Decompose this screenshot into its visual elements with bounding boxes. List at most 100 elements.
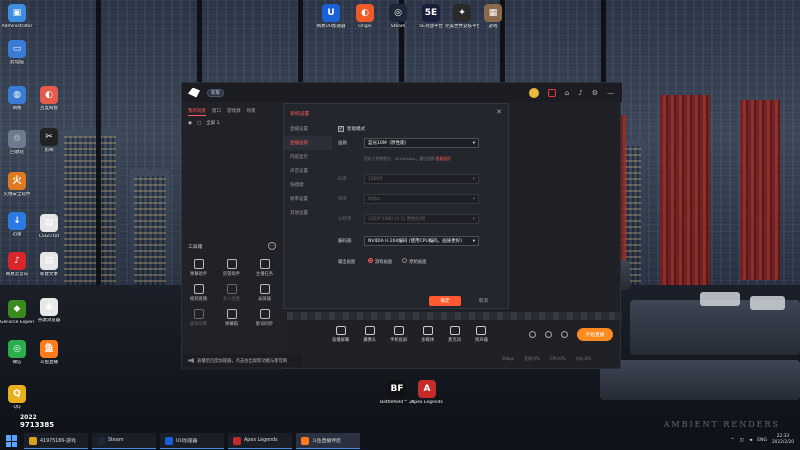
app-icon[interactable]: ◉ — [40, 298, 58, 316]
desktop-icon[interactable]: 鱼斗鱼直播 — [32, 340, 66, 365]
app-icon[interactable]: 鱼 — [40, 340, 58, 358]
tool-item[interactable]: 多人连麦 — [215, 284, 248, 302]
settings-nav-item[interactable]: 直播设置 — [284, 122, 332, 136]
app-icon[interactable]: ▦ — [484, 4, 502, 22]
control-button[interactable]: 多媒体 — [421, 326, 434, 343]
bell-icon[interactable]: ♪ — [578, 89, 582, 97]
desktop-icon[interactable]: ◍ 网络 — [0, 86, 34, 111]
desktop-icon[interactable]: ♪ 网易云音乐 — [0, 252, 34, 277]
tool-item[interactable]: 视频直播 — [182, 284, 215, 302]
tool-item[interactable]: 主播任务 — [248, 259, 281, 277]
cancel-button[interactable]: 取消 — [479, 298, 488, 304]
settings-nav-item[interactable]: 声音设置 — [284, 164, 332, 178]
output-option[interactable]: 游戏画面 — [368, 258, 392, 265]
desktop-icon[interactable]: U 网易UU加速器 — [314, 4, 348, 29]
gift-icon[interactable] — [547, 89, 556, 97]
settings-nav-item[interactable]: 直播画质 — [284, 136, 332, 150]
eye-icon[interactable] — [545, 331, 552, 338]
desktop-icon[interactable]: ◐ 百度网盘 — [32, 86, 66, 111]
radio-icon[interactable] — [402, 258, 408, 263]
taskbar-item[interactable]: UU加速器 — [160, 433, 224, 449]
scene-tab[interactable]: 场景 — [247, 108, 256, 116]
control-button[interactable]: 麦克风 — [448, 326, 461, 343]
desktop-icon[interactable]: Q QQ — [0, 385, 34, 410]
scene-tab[interactable]: 我的场景 — [188, 108, 206, 116]
network-icon[interactable]: ◫ — [740, 438, 744, 443]
tool-item[interactable]: 弹幕箱 — [215, 309, 248, 327]
app-icon[interactable]: ▭ — [8, 40, 26, 58]
user-avatar[interactable] — [528, 88, 539, 98]
desktop-icon[interactable]: ✦ 完美世界竞技平台 — [445, 4, 479, 29]
app-icon[interactable]: ▤ — [40, 252, 58, 270]
volume-icon[interactable]: ◄ — [749, 438, 752, 443]
desktop-icon[interactable]: ▣ Administrator — [0, 4, 34, 29]
app-icon[interactable]: A — [418, 380, 436, 398]
version-badge[interactable]: 新版 — [207, 88, 224, 97]
start-live-button[interactable]: 开始直播 — [577, 328, 613, 341]
desktop-icon[interactable]: A Apex Legends — [410, 380, 444, 405]
control-button[interactable]: 扬声器 — [475, 326, 488, 343]
app-icon[interactable]: BF — [388, 380, 406, 398]
desktop-icon[interactable]: ◐ Origin — [348, 4, 382, 29]
scene-tab[interactable]: 窗口 — [212, 108, 221, 116]
settings-icon[interactable]: ⚙ — [592, 89, 598, 97]
notice-bar[interactable]: 直播后百度加速器，点击会出现新功能与新官网 — [182, 354, 302, 367]
visibility-icon[interactable]: ◉ — [188, 121, 192, 126]
tool-item[interactable]: 歌词同步 — [248, 309, 281, 327]
desktop-icon[interactable]: ◎ 微信 — [0, 340, 34, 365]
desktop-icon[interactable]: ↓ 迅雷 — [0, 212, 34, 237]
taskbar-item[interactable]: Steam — [92, 433, 156, 449]
tool-item[interactable]: 弹幕助手 — [182, 259, 215, 277]
app-icon[interactable]: ◎ — [8, 340, 26, 358]
settings-nav-item[interactable]: 帧率设置 — [284, 192, 332, 206]
clock[interactable]: 22:33 2022/2/20 — [772, 434, 794, 446]
app-icon[interactable]: ◎ — [389, 4, 407, 22]
desktop-icon[interactable]: 火火绒安全软件 — [0, 172, 34, 197]
desktop-icon[interactable]: 5E 5E对战平台 — [414, 4, 448, 29]
app-icon[interactable]: ✂ — [40, 128, 58, 146]
desktop-icon[interactable]: ✂ 剪映 — [32, 128, 66, 153]
settings-nav-item[interactable]: 内容显示 — [284, 150, 332, 164]
checkbox-icon[interactable]: ✓ — [338, 126, 344, 132]
app-icon[interactable]: ♪ — [8, 252, 26, 270]
desktop-icon[interactable]: ◆ GeForce Experience — [0, 300, 34, 325]
app-icon[interactable]: U — [322, 4, 340, 22]
minimize-icon[interactable]: — — [607, 89, 614, 97]
hint-highlight[interactable]: 智能画质 — [436, 156, 451, 161]
control-button[interactable]: 直播屏幕 — [332, 326, 349, 343]
app-icon[interactable]: ◐ — [40, 86, 58, 104]
app-icon[interactable]: ◆ — [8, 300, 26, 318]
control-button[interactable]: 摄像头 — [363, 326, 376, 343]
output-option[interactable]: 原始画面 — [402, 258, 426, 265]
settings-nav-item[interactable]: 快捷键 — [284, 178, 332, 192]
desktop-icon[interactable]: BF Battlefield™ 2042 Ope... — [380, 380, 414, 405]
desktop-icon[interactable]: ▦ 游戏 — [476, 4, 510, 29]
app-icon[interactable]: Q — [8, 385, 26, 403]
camera-toggle-icon[interactable] — [529, 331, 536, 338]
app-icon[interactable]: 5E — [422, 4, 440, 22]
start-button[interactable] — [6, 435, 20, 447]
app-icon[interactable]: ◐ — [356, 4, 374, 22]
setting-select[interactable]: 蓝光10M（原性能） ▾ — [364, 138, 479, 148]
desktop-icon[interactable]: ▭ 此电脑 — [0, 40, 34, 65]
app-icon[interactable]: ♲ — [8, 130, 26, 148]
tools-more-button[interactable]: ··· — [268, 242, 276, 250]
app-icon[interactable]: ✦ — [453, 4, 471, 22]
settings-gear-icon[interactable] — [561, 331, 568, 338]
tool-item[interactable]: 虚拟形象 — [182, 309, 215, 327]
ok-button[interactable]: 确定 — [429, 296, 461, 306]
app-icon[interactable]: ▤ — [40, 214, 58, 232]
desktop-icon[interactable]: ▤ 新建文本 — [32, 252, 66, 277]
lock-icon[interactable]: ▢ — [197, 121, 201, 126]
language-indicator[interactable]: ENG — [757, 438, 767, 443]
app-icon[interactable]: ↓ — [8, 212, 26, 230]
chevron-up-icon[interactable]: ^ — [731, 438, 735, 443]
taskbar-item[interactable]: 41975186-游戏 — [24, 433, 88, 449]
desktop-icon[interactable]: ♲ 回收站 — [0, 130, 34, 155]
scene-tab[interactable]: 游戏源 — [227, 108, 241, 116]
smart-mode-checkbox[interactable]: ✓ 智能模式 — [338, 126, 504, 132]
app-icon[interactable]: ▣ — [8, 4, 26, 22]
radio-icon[interactable] — [368, 258, 373, 263]
tool-item[interactable]: 房管助手 — [215, 259, 248, 277]
source-item[interactable]: ◉ ▢ 全屏 1 — [182, 116, 282, 130]
